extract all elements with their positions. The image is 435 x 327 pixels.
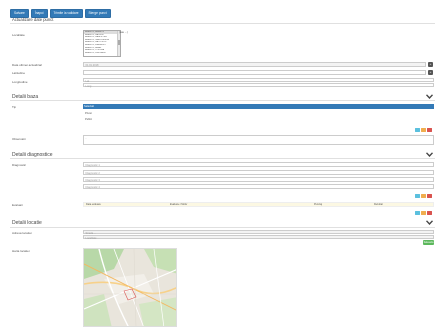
table-header: Data evaluare bbox=[86, 203, 101, 206]
scrollbar-thumb[interactable] bbox=[117, 40, 120, 45]
adresa-label: Adresa locatiei bbox=[12, 231, 32, 235]
table-header-row: Data evaluare Evaluare / Motiv Punctaj R… bbox=[83, 202, 434, 207]
page-title: Actualizare date punct bbox=[12, 17, 54, 22]
table-header: Evaluare / Motiv bbox=[170, 203, 188, 206]
observatii-placeholder: ... bbox=[85, 137, 87, 140]
table-header: Rezultat bbox=[374, 203, 383, 206]
delete-button[interactable] bbox=[427, 211, 432, 215]
localitate-listbox[interactable]: BRASOV, BRASOV BRASOV, SACELE BRASOV, SA… bbox=[83, 30, 121, 57]
warning-button[interactable] bbox=[421, 128, 426, 132]
tip-option[interactable]: Public bbox=[85, 118, 92, 121]
longitudine-field-2[interactable]: Long bbox=[83, 83, 434, 88]
edit-button[interactable] bbox=[415, 211, 420, 215]
longitudine-field-1[interactable]: Lat bbox=[83, 78, 434, 83]
add-icon[interactable]: + bbox=[428, 70, 433, 75]
warning-button[interactable] bbox=[421, 194, 426, 198]
map-tiles bbox=[84, 249, 176, 326]
list-item[interactable]: BRASOV, PREJMER bbox=[84, 52, 120, 55]
diagnostic-line[interactable]: Diagnostic 1 bbox=[83, 162, 434, 167]
diagnostic-line[interactable]: Diagnostic 4 bbox=[83, 184, 434, 189]
location-map[interactable] bbox=[83, 248, 177, 327]
longitudine-label: Longitudine bbox=[12, 80, 28, 84]
latitudine-field[interactable] bbox=[83, 70, 426, 75]
diagnostic-label: Diagnostic bbox=[12, 163, 27, 167]
row-action-buttons bbox=[415, 128, 432, 132]
send-to-validation-button[interactable]: Trimite la validare bbox=[49, 9, 83, 18]
harta-label: Harta locatiei bbox=[12, 249, 30, 253]
adresa-field-2[interactable]: Localitate ... bbox=[83, 235, 434, 240]
edit-button[interactable] bbox=[415, 194, 420, 198]
chevron-down-icon[interactable] bbox=[426, 152, 433, 157]
adresa-field-1[interactable]: Strada ... bbox=[83, 230, 434, 235]
row-action-buttons bbox=[415, 194, 432, 198]
divider bbox=[10, 158, 435, 159]
warning-button[interactable] bbox=[421, 211, 426, 215]
delete-button[interactable] bbox=[427, 128, 432, 132]
diagnostic-line[interactable]: Diagnostic 3 bbox=[83, 177, 434, 182]
edit-button[interactable] bbox=[415, 128, 420, 132]
diagnostic-line[interactable]: Diagnostic 2 bbox=[83, 170, 434, 175]
section-title-locatie: Detalii locatie bbox=[12, 220, 42, 226]
chevron-down-icon[interactable] bbox=[426, 220, 433, 225]
data-field[interactable]: 01.01.2018 bbox=[83, 62, 426, 67]
divider bbox=[10, 100, 435, 101]
observatii-label: Observatii bbox=[12, 137, 26, 141]
delete-button[interactable] bbox=[427, 194, 432, 198]
add-icon[interactable]: + bbox=[428, 62, 433, 67]
latitudine-label: Latitudine bbox=[12, 71, 26, 75]
localitate-label: Localitate bbox=[12, 33, 25, 37]
chevron-down-icon[interactable] bbox=[426, 94, 433, 99]
localitate-aside: (sau ...) bbox=[119, 31, 128, 34]
divider bbox=[10, 23, 435, 24]
observatii-textarea[interactable]: ... bbox=[83, 135, 434, 145]
delete-point-button[interactable]: Sterge punct bbox=[84, 9, 111, 18]
row-action-buttons bbox=[415, 211, 432, 215]
tip-label: Tip bbox=[12, 105, 17, 109]
tip-selected: Selectati bbox=[84, 105, 94, 108]
data-label: Data ultimei actualizari bbox=[12, 63, 43, 67]
divider bbox=[10, 227, 435, 228]
tip-option[interactable]: Privat bbox=[85, 112, 92, 115]
tip-selected-row[interactable]: Selectati bbox=[83, 104, 434, 109]
save-location-button[interactable]: Salveaza bbox=[423, 240, 434, 245]
table-header: Punctaj bbox=[314, 203, 322, 206]
evaluari-label: Evaluari bbox=[12, 203, 23, 207]
